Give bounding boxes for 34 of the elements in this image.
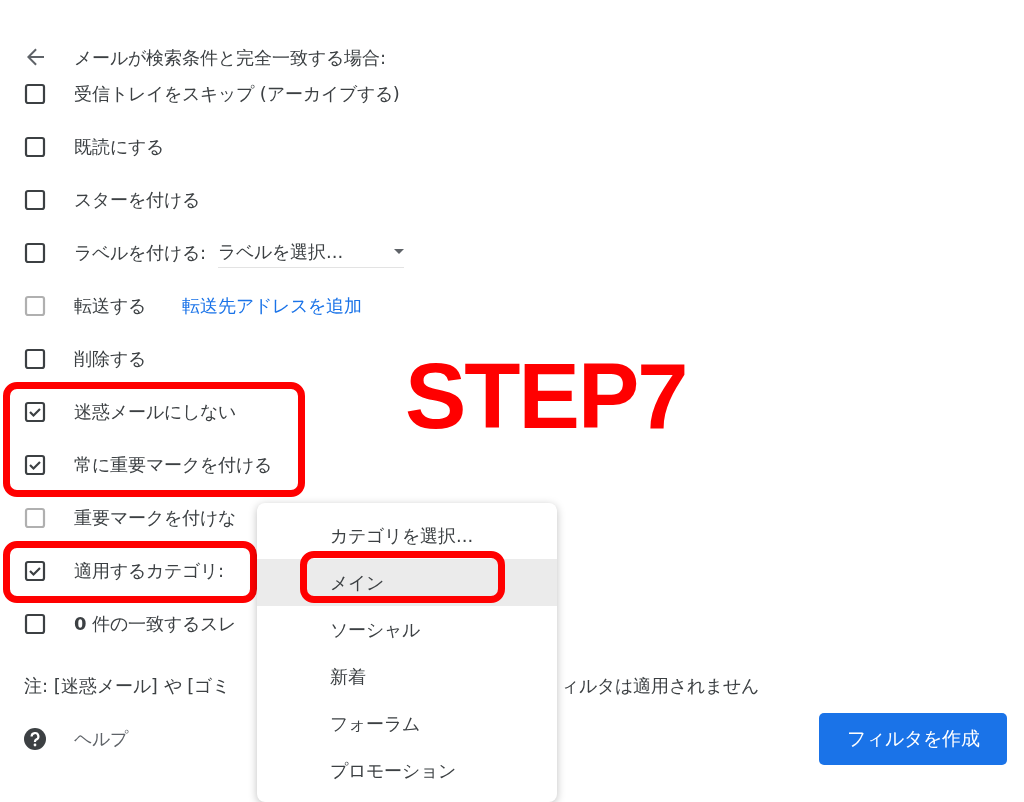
help-icon[interactable] (24, 727, 46, 750)
option-label: 削除する (74, 347, 146, 371)
checkbox[interactable] (24, 453, 46, 476)
menu-item[interactable]: カテゴリを選択... (257, 512, 557, 559)
step-label: STEP7 (405, 350, 687, 442)
label-dropdown[interactable]: ラベルを選択... (218, 237, 405, 268)
checkbox[interactable] (24, 241, 46, 264)
menu-item[interactable]: プロモーション (257, 747, 557, 794)
option-label: 適用するカテゴリ: (74, 559, 225, 583)
option-label: 転送する (74, 294, 146, 318)
option-label: 迷惑メールにしない (74, 400, 236, 424)
checkbox[interactable] (24, 188, 46, 211)
create-filter-button[interactable]: フィルタを作成 (819, 712, 1007, 765)
option-label: 0 件の一致するスレ (74, 612, 237, 636)
help-link[interactable]: ヘルプ (74, 725, 128, 752)
menu-item[interactable]: フォーラム (257, 700, 557, 747)
option-label: 重要マークを付けな (74, 506, 236, 530)
checkbox[interactable] (24, 135, 46, 158)
option-label: 既読にする (74, 135, 164, 159)
checkbox[interactable] (24, 559, 46, 582)
checkbox[interactable] (24, 400, 46, 423)
checkbox[interactable] (24, 612, 46, 635)
page-title: メールが検索条件と完全一致する場合: (74, 45, 387, 70)
checkbox[interactable] (24, 82, 46, 105)
note-text: ィルタは適用されません (561, 674, 759, 698)
menu-item[interactable]: 新着 (257, 653, 557, 700)
option-label: 受信トレイをスキップ (アーカイブする) (74, 82, 400, 106)
note-text: 注: [迷惑メール] や [ゴミ (24, 674, 232, 698)
option-label: ラベルを付ける: (74, 241, 207, 265)
option-label: スターを付ける (74, 188, 200, 212)
option-label: 常に重要マークを付ける (74, 453, 272, 477)
caret-icon (394, 248, 405, 254)
menu-item[interactable]: ソーシャル (257, 606, 557, 653)
checkbox[interactable] (24, 347, 46, 370)
